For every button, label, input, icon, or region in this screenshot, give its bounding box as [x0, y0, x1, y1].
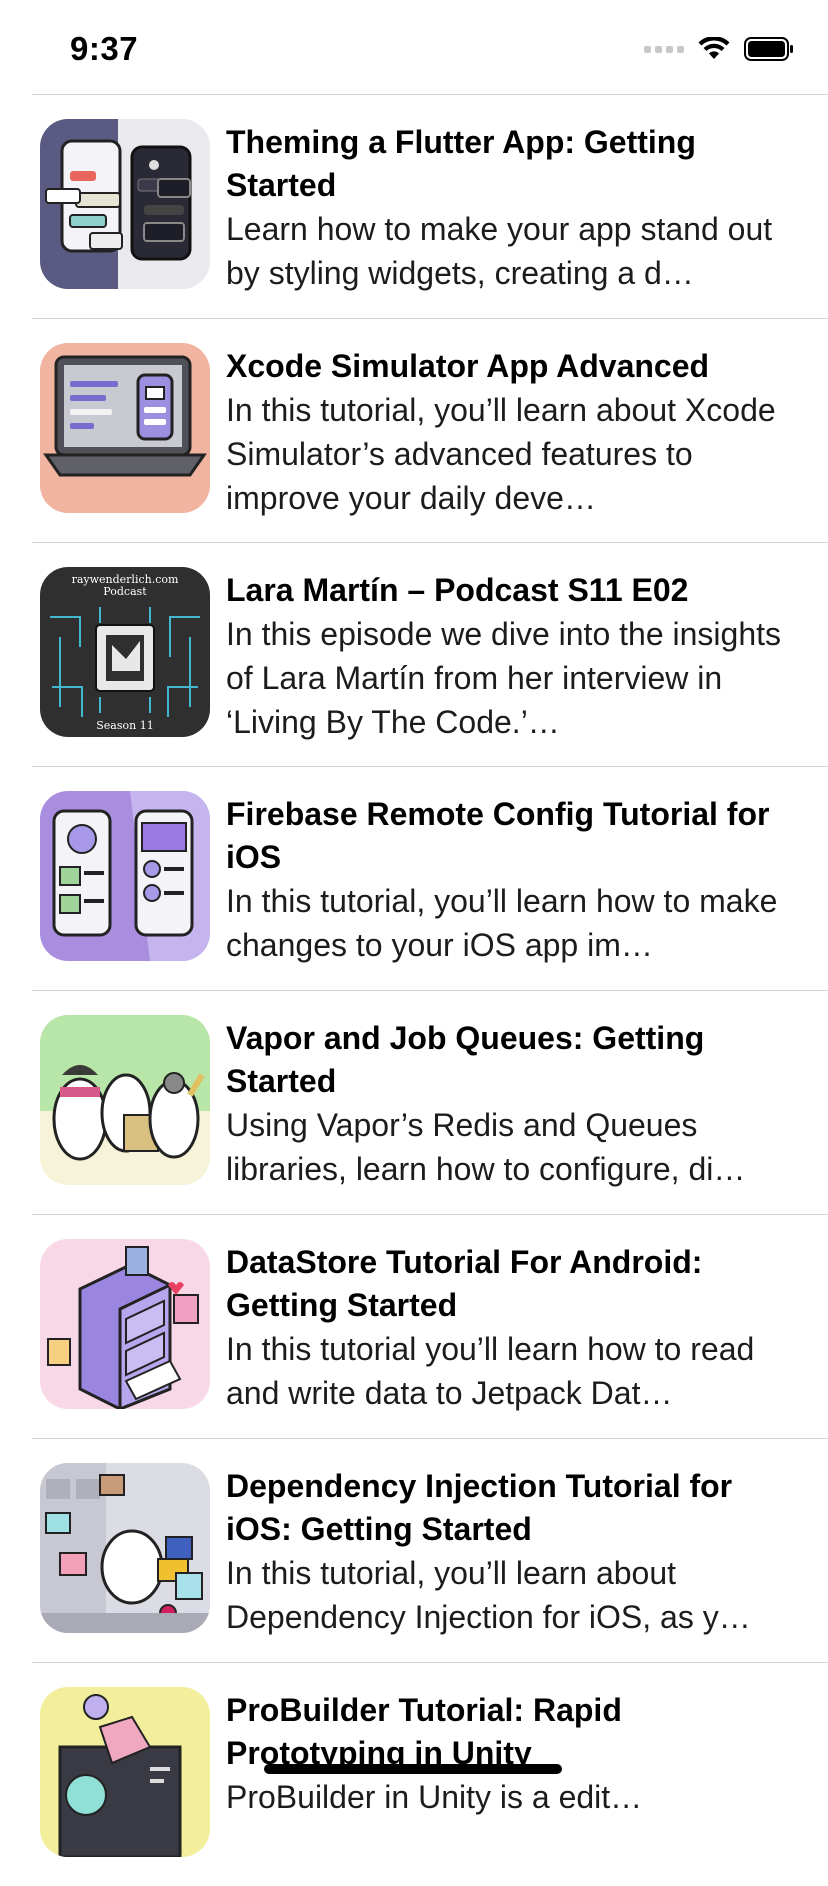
status-time: 9:37	[70, 30, 139, 67]
xcode-simulator-artwork-icon	[40, 343, 210, 513]
article-title: ProBuilder Tutorial: Rapid Prototyping i…	[226, 1692, 622, 1771]
article-thumbnail	[40, 1015, 210, 1185]
article-thumbnail	[40, 119, 210, 289]
article-title: Xcode Simulator App Advanced	[226, 348, 710, 384]
article-title: Vapor and Job Queues: Getting Started	[226, 1020, 705, 1099]
status-indicators	[644, 36, 794, 62]
svg-text:Season 11: Season 11	[96, 719, 153, 732]
article-description: In this tutorial, you’ll learn about Xco…	[226, 392, 776, 516]
probuilder-artwork-icon	[40, 1687, 210, 1857]
list-item[interactable]: raywenderlich.com Podcast Season 11 Lara…	[32, 542, 828, 766]
cellular-signal-icon	[644, 45, 684, 53]
article-thumbnail	[40, 1239, 210, 1409]
list-item[interactable]: DataStore Tutorial For Android: Getting …	[32, 1214, 828, 1438]
vapor-job-queues-artwork-icon	[40, 1015, 210, 1185]
article-description: In this tutorial you’ll learn how to rea…	[226, 1331, 755, 1411]
article-title: Firebase Remote Config Tutorial for iOS	[226, 796, 770, 875]
article-thumbnail	[40, 343, 210, 513]
article-thumbnail: raywenderlich.com Podcast Season 11	[40, 567, 210, 737]
status-bar: 9:37	[0, 0, 828, 94]
article-description: In this tutorial, you’ll learn about Dep…	[226, 1555, 751, 1635]
list-item[interactable]: Firebase Remote Config Tutorial for iOS …	[32, 766, 828, 990]
article-thumbnail	[40, 791, 210, 961]
podcast-artwork-icon: raywenderlich.com Podcast Season 11	[40, 567, 210, 737]
article-thumbnail	[40, 1687, 210, 1857]
article-description: In this tutorial, you’ll learn how to ma…	[226, 883, 778, 963]
list-item[interactable]: ProBuilder Tutorial: Rapid Prototyping i…	[32, 1662, 828, 1886]
battery-icon	[744, 37, 793, 61]
svg-text:Podcast: Podcast	[103, 585, 147, 598]
firebase-remote-config-artwork-icon	[40, 791, 210, 961]
article-title: Lara Martín – Podcast S11 E02	[226, 572, 689, 608]
home-indicator[interactable]	[264, 1764, 562, 1774]
article-description: ProBuilder in Unity is a edit…	[226, 1779, 643, 1815]
article-list[interactable]: Theming a Flutter App: Getting Started L…	[32, 94, 828, 1886]
flutter-theming-artwork-icon	[40, 119, 210, 289]
article-title: DataStore Tutorial For Android: Getting …	[226, 1244, 703, 1323]
list-item[interactable]: Vapor and Job Queues: Getting Started Us…	[32, 990, 828, 1214]
article-thumbnail	[40, 1463, 210, 1633]
list-item[interactable]: Dependency Injection Tutorial for iOS: G…	[32, 1438, 828, 1662]
article-description: Using Vapor’s Redis and Queues libraries…	[226, 1107, 746, 1187]
datastore-artwork-icon	[40, 1239, 210, 1409]
wifi-icon	[698, 37, 730, 59]
article-description: In this episode we dive into the insight…	[226, 616, 781, 740]
list-item[interactable]: Theming a Flutter App: Getting Started L…	[32, 94, 828, 318]
dependency-injection-artwork-icon	[40, 1463, 210, 1633]
list-item[interactable]: Xcode Simulator App Advanced In this tut…	[32, 318, 828, 542]
article-title: Dependency Injection Tutorial for iOS: G…	[226, 1468, 733, 1547]
article-title: Theming a Flutter App: Getting Started	[226, 124, 696, 203]
article-description: Learn how to make your app stand out by …	[226, 211, 773, 291]
